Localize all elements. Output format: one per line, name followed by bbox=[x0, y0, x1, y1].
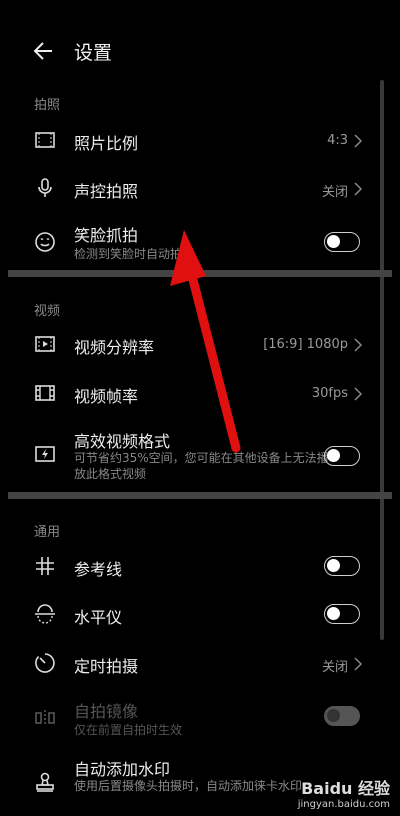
chevron-right-icon bbox=[354, 657, 363, 671]
timer-value: 关闭 bbox=[321, 660, 348, 675]
chevron-right-icon bbox=[354, 338, 363, 352]
smile-capture-label: 笑脸抓拍 bbox=[74, 226, 139, 245]
section-photo: 拍照 bbox=[34, 98, 61, 113]
efficient-format-toggle[interactable] bbox=[324, 446, 360, 466]
voice-capture-value: 关闭 bbox=[321, 185, 348, 200]
chevron-right-icon bbox=[354, 387, 363, 401]
timer-label: 定时拍摄 bbox=[74, 657, 139, 676]
grid-icon bbox=[33, 554, 57, 578]
watermark-label: 自动添加水印 bbox=[74, 760, 171, 779]
video-resolution-label: 视频分辨率 bbox=[74, 338, 155, 357]
chevron-right-icon bbox=[354, 134, 363, 148]
efficient-format-icon bbox=[33, 442, 57, 466]
baidu-watermark: Baidu 经验 jingyan.baidu.com bbox=[298, 775, 390, 810]
level-label: 水平仪 bbox=[74, 608, 123, 627]
scrollbar[interactable] bbox=[380, 80, 384, 640]
mirror-desc: 仅在前置自拍时生效 bbox=[74, 723, 183, 737]
row-mirror: 自拍镜像 仅在前置自拍时生效 bbox=[0, 694, 380, 744]
watermark-url: jingyan.baidu.com bbox=[297, 799, 390, 810]
level-icon bbox=[33, 602, 57, 626]
toggle-knob bbox=[327, 607, 340, 620]
mirror-label: 自拍镜像 bbox=[74, 702, 139, 721]
aspect-ratio-label: 照片比例 bbox=[74, 134, 139, 153]
level-toggle[interactable] bbox=[324, 604, 360, 624]
section-divider bbox=[8, 492, 392, 499]
microphone-icon bbox=[33, 176, 57, 200]
chevron-right-icon bbox=[354, 182, 363, 196]
video-resolution-value: [16:9] 1080p bbox=[263, 337, 348, 352]
top-bar: 设置 bbox=[0, 0, 400, 100]
voice-capture-label: 声控拍照 bbox=[74, 182, 139, 201]
video-framerate-label: 视频帧率 bbox=[74, 387, 139, 406]
mirror-toggle bbox=[324, 706, 360, 726]
page-title: 设置 bbox=[74, 42, 113, 64]
grid-label: 参考线 bbox=[74, 560, 123, 579]
watermark-desc: 使用后置摄像头拍摄时，自动添加徕卡水印 bbox=[74, 779, 303, 793]
row-timer[interactable]: 定时拍摄 关闭 bbox=[0, 643, 380, 683]
stamp-icon bbox=[33, 770, 57, 794]
row-level[interactable]: 水平仪 bbox=[0, 594, 380, 634]
grid-toggle[interactable] bbox=[324, 556, 360, 576]
video-resolution-icon bbox=[33, 332, 57, 356]
toggle-knob bbox=[327, 235, 340, 248]
watermark-brand: Baidu 经验 bbox=[301, 779, 390, 798]
smile-capture-toggle[interactable] bbox=[324, 232, 360, 252]
section-video: 视频 bbox=[34, 304, 61, 319]
timer-icon bbox=[33, 651, 57, 675]
smile-icon bbox=[33, 230, 57, 254]
back-arrow-icon[interactable] bbox=[30, 36, 60, 66]
toggle-knob bbox=[327, 709, 340, 722]
row-aspect-ratio[interactable]: 照片比例 4:3 bbox=[0, 120, 380, 160]
annotation-arrow-icon bbox=[170, 230, 241, 453]
aspect-ratio-icon bbox=[33, 128, 57, 152]
video-framerate-value: 30fps bbox=[311, 386, 348, 401]
aspect-ratio-value: 4:3 bbox=[327, 133, 348, 148]
film-icon bbox=[33, 381, 57, 405]
toggle-knob bbox=[327, 449, 340, 462]
section-general: 通用 bbox=[34, 525, 61, 540]
efficient-format-label: 高效视频格式 bbox=[74, 432, 171, 451]
toggle-knob bbox=[327, 559, 340, 572]
mirror-icon bbox=[33, 706, 57, 730]
row-grid[interactable]: 参考线 bbox=[0, 546, 380, 586]
row-voice-capture[interactable]: 声控拍照 关闭 bbox=[0, 168, 380, 208]
